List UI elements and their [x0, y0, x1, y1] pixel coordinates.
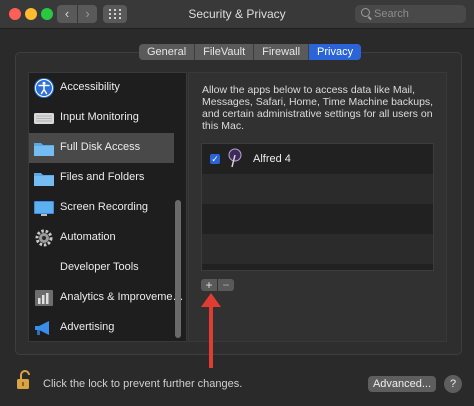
sidebar-item-label: Analytics & Improveme… [60, 291, 184, 303]
app-list: ✓ Alfred 4 [201, 143, 434, 271]
sidebar-item-screen-recording[interactable]: Screen Recording [29, 193, 174, 223]
chart-icon [35, 290, 53, 306]
sidebar-scrollbar[interactable] [175, 200, 181, 338]
advanced-button[interactable]: Advanced... [368, 376, 436, 392]
keyboard-icon [34, 113, 54, 124]
megaphone-icon [35, 321, 49, 335]
tab-general[interactable]: General [139, 44, 196, 60]
alfred-hat-icon [228, 148, 242, 168]
lock-icon[interactable] [16, 369, 34, 391]
display-icon [34, 201, 54, 216]
sidebar-item-label: Automation [60, 231, 116, 243]
sidebar-item-label: Accessibility [60, 81, 120, 93]
sidebar-item-accessibility[interactable]: Accessibility [29, 73, 174, 103]
tab-firewall[interactable]: Firewall [254, 44, 310, 60]
tab-bar: General FileVault Firewall Privacy [139, 44, 362, 60]
sidebar-item-label: Developer Tools [60, 261, 139, 273]
lock-message: Click the lock to prevent further change… [43, 378, 243, 390]
sidebar-item-files-and-folders[interactable]: Files and Folders [29, 163, 174, 193]
tab-privacy[interactable]: Privacy [309, 44, 362, 60]
sidebar-item-label: Screen Recording [60, 201, 149, 213]
folder-icon [34, 143, 54, 156]
search-icon [361, 8, 370, 17]
sidebar-item-label: Input Monitoring [60, 111, 139, 123]
add-app-button[interactable]: + [201, 279, 217, 291]
remove-app-button[interactable]: − [218, 279, 234, 291]
gear-icon [35, 229, 53, 247]
search-field[interactable]: Search [355, 5, 466, 23]
sidebar-item-label: Files and Folders [60, 171, 145, 183]
help-button[interactable]: ? [444, 375, 462, 393]
list-row-empty [202, 174, 433, 204]
title-bar: ‹ › Security & Privacy Search [0, 0, 474, 29]
sidebar-item-input-monitoring[interactable]: Input Monitoring [29, 103, 174, 133]
sidebar-item-automation[interactable]: Automation [29, 223, 174, 253]
list-row-empty [202, 204, 433, 234]
app-name: Alfred 4 [253, 153, 291, 165]
sidebar-item-label: Advertising [60, 321, 115, 333]
privacy-sidebar: Accessibility Input Monitoring Full Disk… [28, 72, 187, 342]
access-description: Allow the apps below to access data like… [202, 84, 434, 132]
annotation-arrow [209, 302, 213, 368]
sidebar-item-full-disk-access[interactable]: Full Disk Access [29, 133, 174, 163]
search-placeholder: Search [374, 8, 409, 20]
sidebar-item-advertising[interactable]: Advertising [29, 313, 174, 341]
sidebar-item-developer-tools[interactable]: Developer Tools [29, 253, 174, 283]
folder-icon [34, 173, 54, 186]
sidebar-item-label: Full Disk Access [60, 141, 141, 153]
tab-filevault[interactable]: FileVault [195, 44, 255, 60]
list-row-empty [202, 234, 433, 264]
list-item[interactable]: ✓ Alfred 4 [202, 144, 433, 174]
app-checkbox[interactable]: ✓ [210, 154, 220, 164]
accessibility-icon [34, 78, 54, 98]
sidebar-item-analytics[interactable]: Analytics & Improveme… [29, 283, 183, 313]
